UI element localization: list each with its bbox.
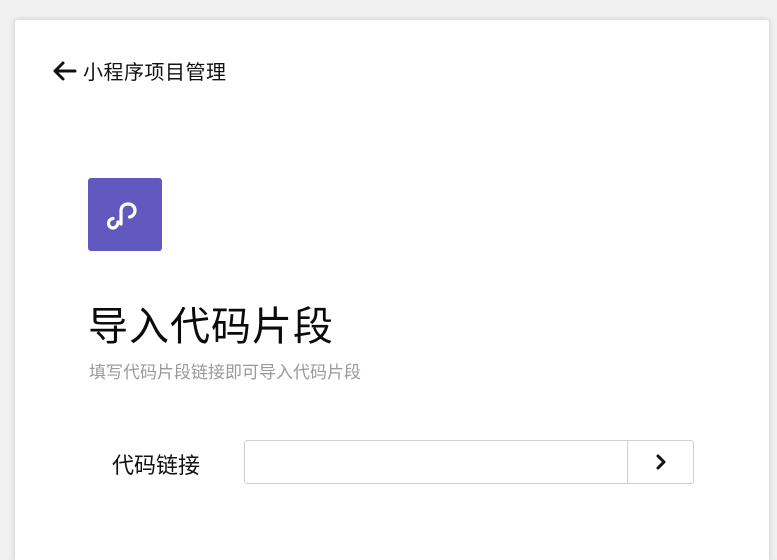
code-link-input-group [244, 440, 694, 484]
code-link-input[interactable] [245, 441, 627, 483]
page-subtitle: 填写代码片段链接即可导入代码片段 [89, 363, 361, 383]
mini-program-icon [88, 178, 162, 251]
submit-link-button[interactable] [627, 441, 693, 483]
import-snippet-window: 小程序项目管理 导入代码片段 填写代码片段链接即可导入代码片段 代码链接 [15, 20, 769, 560]
code-link-label: 代码链接 [112, 454, 201, 479]
chevron-right-icon [656, 454, 665, 470]
back-link-label: 小程序项目管理 [83, 60, 227, 84]
back-to-project-management-link[interactable]: 小程序项目管理 [51, 56, 227, 85]
mini-program-logo-glyph [106, 201, 137, 230]
back-arrow-icon [53, 61, 77, 80]
page-title: 导入代码片段 [88, 304, 334, 350]
